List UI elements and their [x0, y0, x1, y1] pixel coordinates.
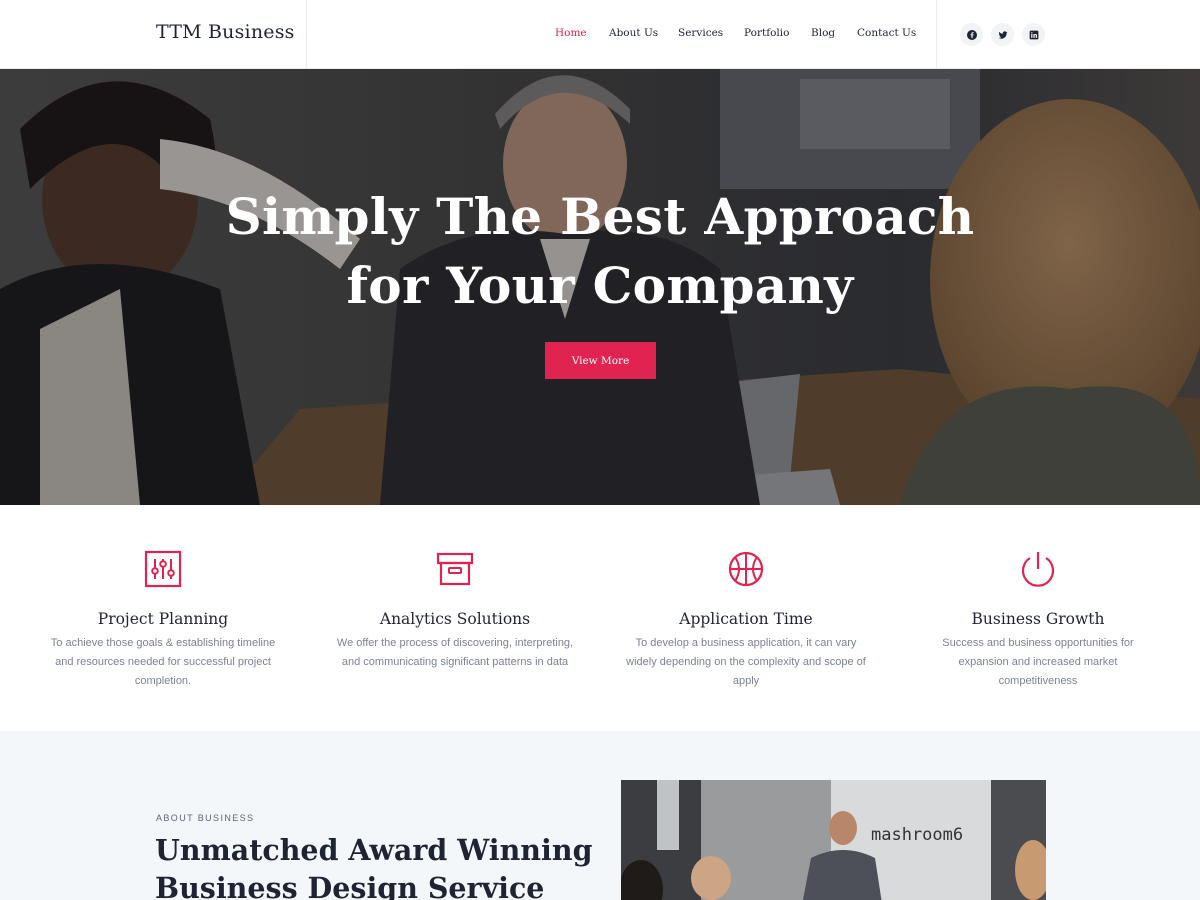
linkedin-icon[interactable] — [1022, 23, 1045, 46]
feature-description: We offer the process of discovering, int… — [336, 637, 574, 668]
hero-title-line2: for Your Company — [346, 256, 854, 315]
about-title-line2: Business Design Service — [155, 871, 545, 900]
view-more-button[interactable]: View More — [545, 342, 656, 379]
about-title-line1: Unmatched Award Winning — [155, 833, 593, 867]
nav-portfolio[interactable]: Portfolio — [744, 27, 789, 39]
about-photo: mashroom6 — [621, 780, 1046, 900]
basketball-icon — [728, 551, 764, 587]
nav-about-us[interactable]: About Us — [609, 27, 658, 39]
features-section: Project Planning To achieve those goals … — [0, 505, 1200, 731]
about-image: mashroom6 — [621, 780, 1046, 900]
archive-box-icon — [436, 552, 474, 586]
nav-services[interactable]: Services — [678, 27, 723, 39]
feature-description: To develop a business application, it ca… — [626, 637, 866, 687]
about-kicker: ABOUT BUSINESS — [156, 813, 255, 823]
feature-description: To achieve those goals & establishing ti… — [50, 637, 276, 687]
nav-blog[interactable]: Blog — [811, 27, 835, 39]
sliders-icon — [144, 550, 182, 588]
site-header: TTM Business Home About Us Services Port… — [0, 0, 1200, 69]
hero-title: Simply The Best Approach for Your Compan… — [0, 182, 1200, 320]
main-nav: Home About Us Services Portfolio Blog Co… — [0, 27, 1200, 43]
feature-title: Analytics Solutions — [379, 610, 531, 628]
hero-title-line1: Simply The Best Approach — [225, 187, 975, 246]
feature-description: Success and business opportunities for e… — [942, 637, 1134, 687]
feature-title: Application Time — [679, 610, 813, 628]
about-image-sign: mashroom6 — [871, 825, 963, 845]
power-icon — [1021, 552, 1055, 587]
nav-home[interactable]: Home — [555, 27, 587, 39]
feature-title: Business Growth — [971, 610, 1105, 628]
twitter-icon[interactable] — [991, 23, 1014, 46]
header-divider — [936, 0, 937, 69]
hero-section: Simply The Best Approach for Your Compan… — [0, 69, 1200, 505]
about-section: ABOUT BUSINESS Unmatched Award Winning B… — [0, 731, 1200, 900]
facebook-icon[interactable] — [960, 23, 983, 46]
feature-title: Project Planning — [97, 610, 229, 628]
about-title: Unmatched Award Winning Business Design … — [155, 831, 595, 900]
nav-contact-us[interactable]: Contact Us — [857, 27, 916, 39]
